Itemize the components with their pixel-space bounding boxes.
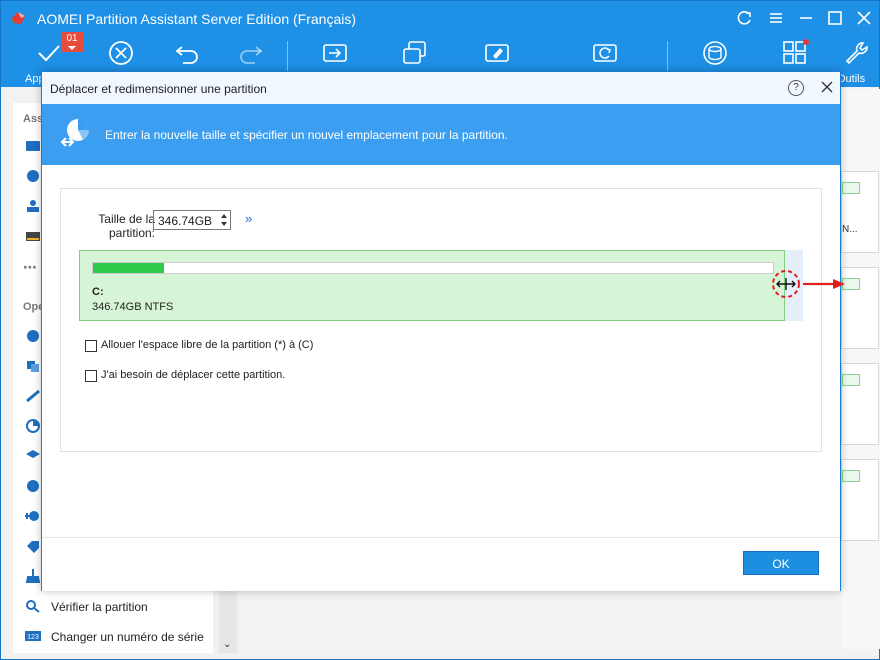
- wipe-broom-icon: [25, 569, 41, 583]
- spin-up-icon[interactable]: [221, 214, 227, 218]
- check-partition-item[interactable]: Vérifier la partition: [25, 597, 215, 617]
- right-panel: N...: [841, 89, 880, 649]
- disk-arrow-icon: [323, 44, 347, 62]
- disk-card[interactable]: [841, 459, 879, 541]
- disk-card[interactable]: N...: [841, 171, 879, 253]
- disk-refresh-icon: [593, 44, 617, 62]
- partition-size-label: Taille de la partition:: [98, 212, 155, 240]
- pie-chart-icon: [27, 480, 39, 492]
- svg-text:123: 123: [27, 634, 39, 641]
- dialog-close-icon[interactable]: [818, 78, 836, 96]
- partition-mini-block: [842, 374, 860, 386]
- dialog-title: Déplacer et redimensionner une partition: [50, 82, 267, 96]
- resize-partition-icon: [27, 330, 39, 342]
- magnifier-icon: [26, 600, 40, 613]
- label-tag-icon: [27, 541, 39, 553]
- move-partition-label: J'ai besoin de déplacer cette partition.: [101, 369, 286, 381]
- banner-instruction: Entrer la nouvelle taille et spécifier u…: [105, 128, 508, 142]
- partition-mini-block: [842, 182, 860, 194]
- database-icon: [703, 41, 727, 65]
- dialog-footer: OK: [42, 537, 840, 591]
- partition-mini-block: [842, 470, 860, 482]
- refresh-icon[interactable]: [734, 7, 756, 29]
- usage-fill: [93, 263, 164, 273]
- truncated-text: N...: [842, 224, 858, 235]
- partition-letter: C:: [92, 286, 104, 298]
- title-bar: AOMEI Partition Assistant Server Edition…: [1, 1, 879, 35]
- advanced-expand-button[interactable]: »: [245, 211, 252, 226]
- disk-eraser-icon: [485, 44, 509, 62]
- help-icon[interactable]: ?: [788, 80, 804, 96]
- partition-info: 346.74GB NTFS: [92, 301, 174, 313]
- grid-icon: [783, 39, 809, 64]
- toolbar-separator: [667, 41, 668, 71]
- dialog-title-bar: Déplacer et redimensionner une partition…: [42, 72, 840, 104]
- more-icon[interactable]: ⋯: [23, 259, 37, 276]
- merge-partition-icon: [26, 389, 40, 403]
- cancel-circle-icon: [109, 41, 133, 65]
- user-disk-icon: [27, 200, 39, 212]
- allocate-free-space-checkbox[interactable]: [85, 340, 97, 352]
- chevron-down-icon[interactable]: ⌄: [223, 639, 233, 650]
- allocate-free-space-label: Allouer l'espace libre de la partition (…: [101, 339, 314, 351]
- app-title: AOMEI Partition Assistant Server Edition…: [37, 11, 356, 27]
- checkmark-icon: [38, 45, 60, 62]
- dialog-body: Taille de la partition: 346.74GB » C: 34…: [60, 188, 845, 452]
- resize-partition-icon: [60, 119, 90, 147]
- close-icon[interactable]: [853, 7, 875, 29]
- change-serial-label: Changer un numéro de série: [51, 630, 204, 644]
- toolbar-separator: [287, 41, 288, 71]
- pie-icon: [27, 170, 39, 182]
- disk-copy-icon: [403, 41, 426, 64]
- resize-handle-icon[interactable]: [771, 269, 801, 299]
- serial-number-icon: 123: [25, 631, 41, 641]
- usage-track: [92, 262, 774, 274]
- spin-down-icon[interactable]: [221, 222, 227, 226]
- menu-icon[interactable]: [765, 7, 787, 29]
- drag-direction-arrow-icon: [803, 279, 845, 289]
- check-partition-label: Vérifier la partition: [51, 600, 148, 614]
- minimize-icon[interactable]: [795, 7, 817, 29]
- app-window: AOMEI Partition Assistant Server Edition…: [0, 0, 880, 660]
- maximize-icon[interactable]: [824, 7, 846, 29]
- drive-icon: [26, 232, 40, 241]
- allocate-space-icon: [26, 450, 40, 458]
- move-partition-checkbox[interactable]: [85, 370, 97, 382]
- move-resize-dialog: Déplacer et redimensionner une partition…: [41, 71, 845, 591]
- copy-partition-icon: [27, 361, 39, 372]
- size-spinner[interactable]: [219, 211, 230, 229]
- disk-card[interactable]: [841, 363, 879, 445]
- undo-icon: [175, 46, 198, 64]
- split-partition-icon: [26, 419, 40, 433]
- pending-count-badge: 01: [61, 32, 83, 52]
- dialog-banner: Entrer la nouvelle taille et spécifier u…: [42, 104, 840, 165]
- wrench-icon: [845, 42, 868, 65]
- disk-icon: [26, 141, 40, 151]
- tools-label: Outils: [837, 73, 866, 85]
- create-partition-icon: [25, 511, 39, 521]
- change-serial-item[interactable]: 123 Changer un numéro de série: [25, 627, 215, 647]
- redo-icon: [240, 46, 263, 64]
- partition-bar[interactable]: C: 346.74GB NTFS: [79, 250, 785, 321]
- ok-button[interactable]: OK: [743, 551, 819, 575]
- app-logo-icon: [11, 12, 25, 24]
